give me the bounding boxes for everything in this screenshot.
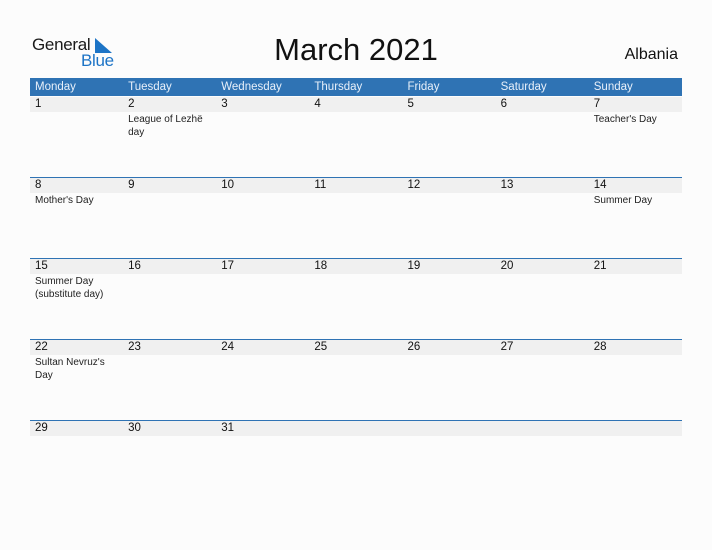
day-number: 7	[593, 98, 601, 110]
holiday-label	[216, 193, 309, 207]
day-number-strip: 29 30 31	[30, 420, 682, 436]
holiday-label	[403, 274, 496, 301]
day-number-strip: 8 9 10 11 12 13 14	[30, 177, 682, 193]
day-number: 1	[35, 98, 42, 110]
day-number: 28	[593, 341, 607, 353]
day-number: 25	[314, 341, 328, 353]
day-number: 19	[407, 260, 421, 272]
holiday-label: Teacher's Day	[593, 114, 657, 125]
events-row	[30, 436, 682, 437]
holiday-label	[403, 355, 496, 382]
weekday-header: Monday Tuesday Wednesday Thursday Friday…	[30, 78, 682, 96]
day-number	[403, 421, 496, 436]
holiday-label	[403, 436, 496, 437]
week-row: 29 30 31	[30, 420, 682, 437]
weekday-friday: Friday	[407, 81, 440, 93]
holiday-label	[496, 274, 589, 301]
day-number: 17	[221, 260, 235, 272]
weekday-sunday: Sunday	[593, 81, 633, 93]
day-number: 9	[128, 179, 135, 191]
day-number: 21	[593, 260, 607, 272]
holiday-label	[589, 436, 682, 437]
day-number: 20	[500, 260, 514, 272]
day-number: 15	[35, 260, 48, 272]
day-number: 22	[35, 341, 48, 353]
holiday-label	[309, 274, 402, 301]
day-number: 2	[128, 98, 135, 110]
day-number: 13	[500, 179, 514, 191]
holiday-label	[123, 355, 216, 382]
events-row: Mother's Day Summer Day	[30, 193, 682, 207]
day-number: 8	[35, 179, 42, 191]
weekday-monday: Monday	[35, 81, 76, 93]
week-row: 1 2 3 4 5 6 7 League of Lezhë day Teacher's Day	[30, 97, 682, 139]
holiday-label: Summer Day (substitute day)	[35, 276, 104, 300]
day-number	[309, 421, 402, 436]
weekday-thursday: Thursday	[314, 81, 363, 93]
holiday-label	[216, 112, 309, 139]
day-number	[589, 421, 682, 436]
holiday-label	[403, 193, 496, 207]
holiday-label	[589, 274, 682, 301]
day-number-strip: 1 2 3 4 5 6 7	[30, 97, 682, 112]
weekday-wednesday: Wednesday	[221, 81, 282, 93]
holiday-label	[309, 112, 402, 139]
day-number: 6	[500, 98, 508, 110]
holiday-label	[216, 274, 309, 301]
holiday-label	[403, 112, 496, 139]
holiday-label: Summer Day	[593, 195, 653, 206]
day-number: 3	[221, 98, 228, 110]
holiday-label	[123, 436, 216, 437]
week-row: 15 16 17 18 19 20 21 Summer Day (substitute day…	[30, 258, 682, 301]
holiday-label	[123, 193, 216, 207]
week-row: 8 9 10 11 12 13 14 Mother's Day Summer Day	[30, 177, 682, 207]
day-number: 11	[314, 179, 327, 191]
holiday-label: Mother's Day	[35, 195, 94, 206]
day-number: 26	[407, 341, 421, 353]
holiday-label	[496, 193, 589, 207]
holiday-label	[496, 355, 589, 382]
events-row: Sultan Nevruz's Day	[30, 355, 682, 382]
holiday-label	[309, 436, 402, 437]
day-number-strip: 15 16 17 18 19 20 21	[30, 258, 682, 274]
holiday-label	[30, 112, 123, 139]
day-number	[496, 421, 589, 436]
day-number: 24	[221, 341, 235, 353]
day-number: 18	[314, 260, 328, 272]
day-number: 23	[128, 341, 141, 353]
holiday-label	[123, 274, 216, 301]
day-number: 30	[128, 422, 141, 434]
holiday-label: Sultan Nevruz's Day	[35, 357, 105, 381]
day-number: 16	[128, 260, 141, 272]
day-number: 4	[314, 98, 321, 110]
holiday-label	[30, 436, 123, 437]
country-label: Albania	[624, 46, 678, 63]
holiday-label	[216, 436, 309, 437]
holiday-label	[309, 193, 402, 207]
day-number: 27	[500, 341, 514, 353]
events-row: League of Lezhë day Teacher's Day	[30, 112, 682, 139]
holiday-label	[496, 112, 589, 139]
day-number-strip: 22 23 24 25 26 27 28	[30, 339, 682, 355]
day-number: 5	[407, 98, 414, 110]
week-row: 22 23 24 25 26 27 28 Sultan Nevruz's Day	[30, 339, 682, 382]
holiday-label: League of Lezhë day	[128, 114, 203, 138]
events-row: Summer Day (substitute day)	[30, 274, 682, 301]
holiday-label	[589, 355, 682, 382]
day-number: 10	[221, 179, 235, 191]
day-number: 31	[221, 422, 235, 434]
weekday-tuesday: Tuesday	[128, 81, 172, 93]
calendar-title: March 2021	[274, 32, 438, 67]
day-number: 14	[593, 179, 607, 191]
holiday-label	[496, 436, 589, 437]
day-number: 29	[35, 422, 48, 434]
holiday-label	[309, 355, 402, 382]
holiday-label	[216, 355, 309, 382]
day-number: 12	[407, 179, 421, 191]
weekday-saturday: Saturday	[500, 81, 547, 93]
